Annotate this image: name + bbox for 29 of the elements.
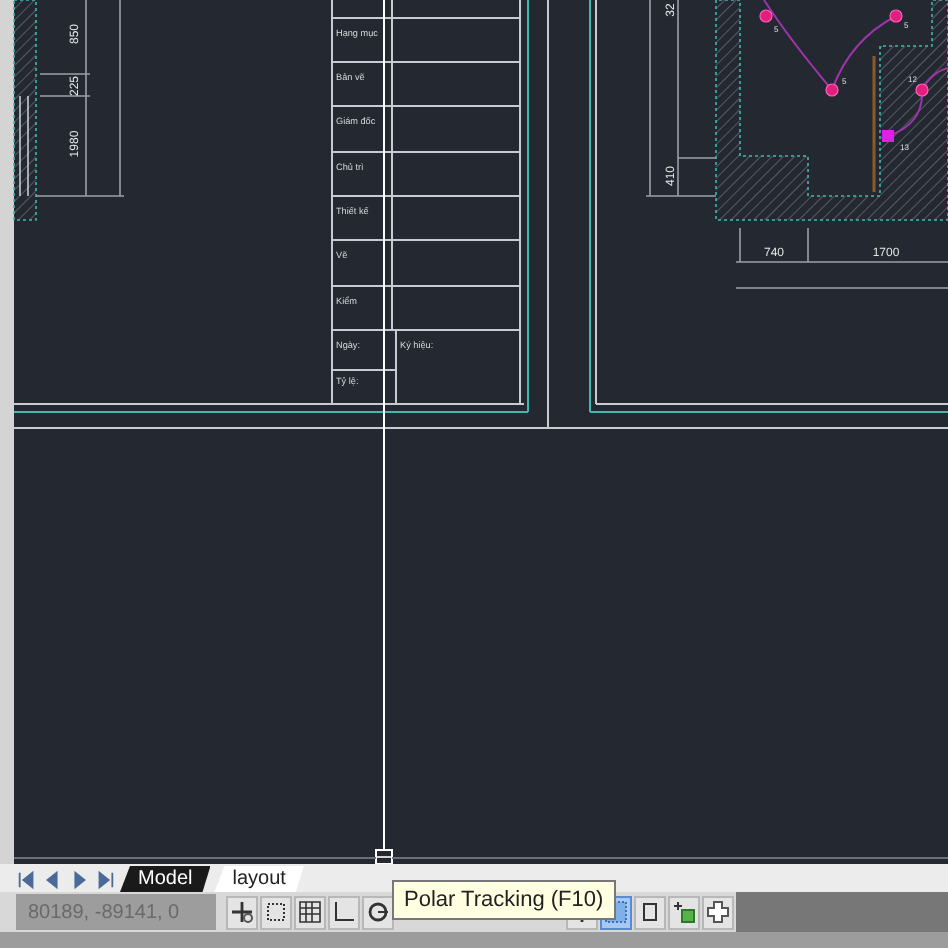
status-toggle[interactable] [668, 895, 700, 929]
next-tab-icon[interactable] [68, 868, 90, 892]
light-point-icon [915, 83, 929, 97]
layer-icon [672, 900, 696, 924]
crosshair-icon [230, 900, 254, 924]
light-point-icon [759, 9, 773, 23]
switch-point-icon [882, 130, 894, 142]
status-toggle[interactable] [362, 895, 394, 929]
light-point-icon [889, 9, 903, 23]
layout-tab[interactable]: layout [214, 866, 304, 892]
grid-icon [298, 900, 322, 924]
status-toggle[interactable] [226, 895, 258, 929]
previous-tab-icon[interactable] [42, 868, 64, 892]
status-toggle[interactable] [328, 895, 360, 929]
square-icon [638, 900, 662, 924]
first-tab-icon[interactable] [16, 868, 38, 892]
last-tab-icon[interactable] [94, 868, 116, 892]
door-line [872, 56, 876, 192]
light-point-icon [825, 83, 839, 97]
layout-tab[interactable]: Model [120, 866, 211, 892]
status-toggle[interactable] [702, 895, 734, 929]
ortho-icon [332, 900, 356, 924]
tooltip: Polar Tracking (F10) [392, 880, 616, 920]
polar-icon [366, 900, 390, 924]
status-toggle[interactable] [634, 895, 666, 929]
dotted-square-icon [264, 900, 288, 924]
status-toggle[interactable] [294, 895, 326, 929]
cross-icon [706, 900, 730, 924]
status-toggle[interactable] [260, 895, 292, 929]
